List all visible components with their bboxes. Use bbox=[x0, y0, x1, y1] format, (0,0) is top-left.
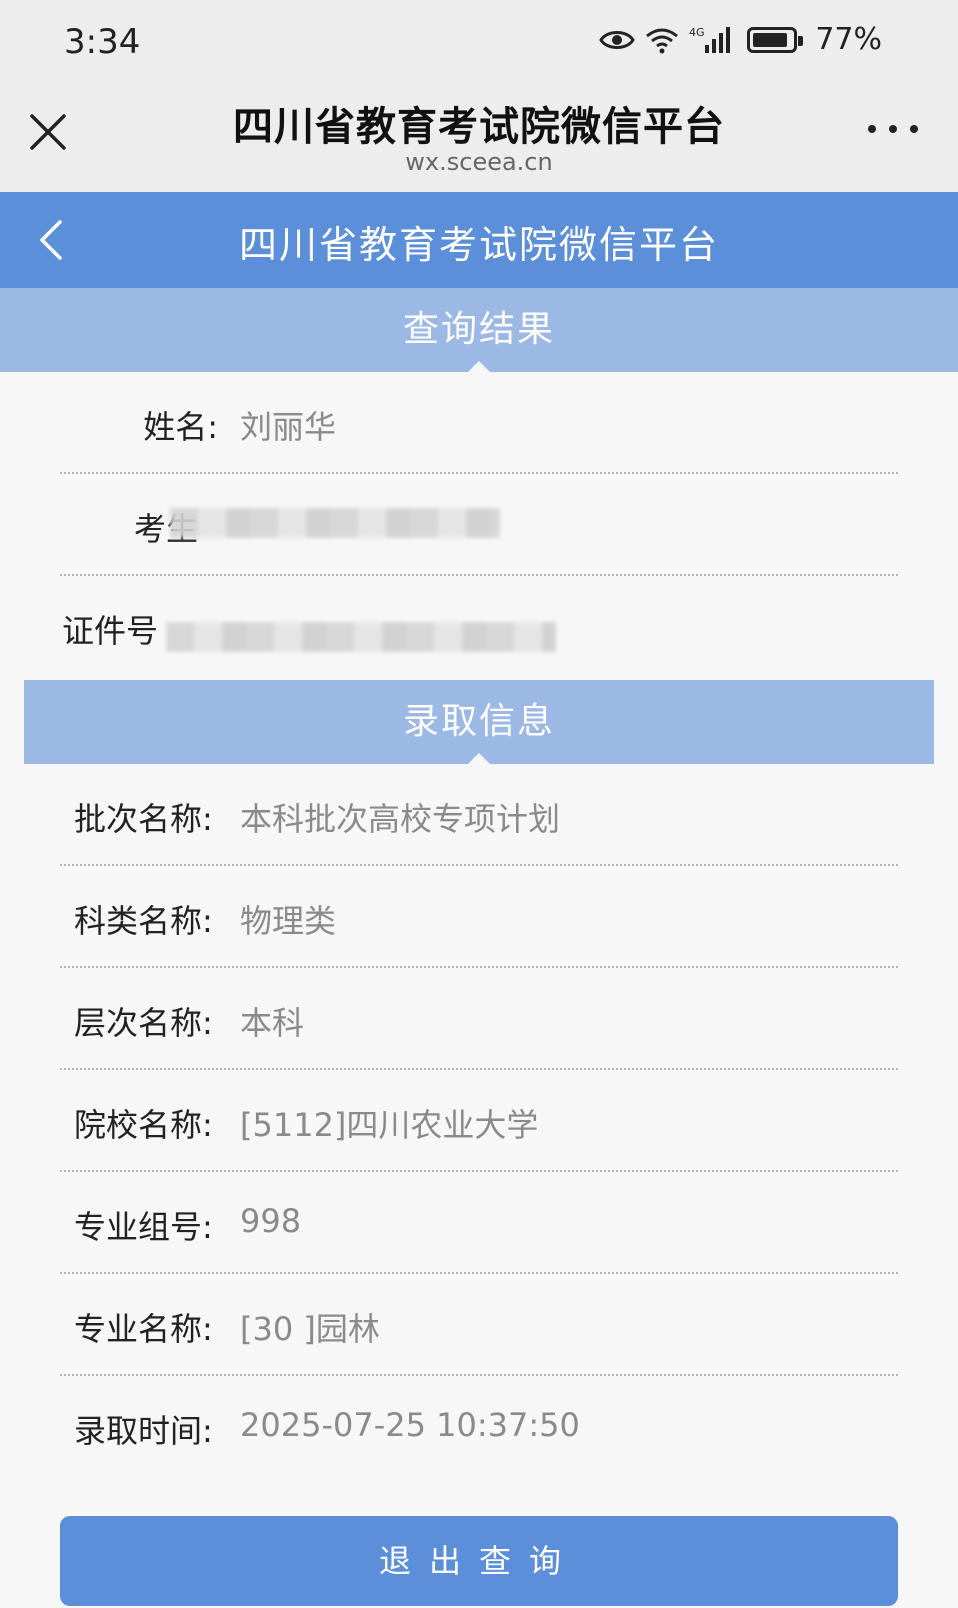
battery-percent: 77% bbox=[815, 22, 882, 57]
status-icons: 4G 77% bbox=[599, 22, 882, 57]
batch-value: 本科批次高校专项计划 bbox=[240, 800, 561, 838]
query-result-heading-text: 查询结果 bbox=[402, 309, 555, 350]
browser-title: 四川省教育考试院微信平台 bbox=[233, 104, 725, 150]
exam-number-row: 考生 bbox=[60, 474, 898, 576]
status-bar: 3:34 4G 77% bbox=[0, 0, 958, 86]
signal-icon: 4G bbox=[689, 26, 731, 53]
browser-url: wx.sceea.cn bbox=[405, 148, 553, 176]
wifi-icon bbox=[646, 28, 679, 53]
admission-time-value: 2025-07-25 10:37:50 bbox=[240, 1406, 580, 1444]
id-number-row: 证件号 bbox=[60, 576, 898, 678]
admission-row: 层次名称: 本科 bbox=[60, 968, 898, 1070]
status-time: 3:34 bbox=[64, 22, 141, 62]
admission-row: 专业名称: [30 ]园林 bbox=[60, 1274, 898, 1376]
exit-query-button[interactable]: 退出查询 bbox=[60, 1516, 898, 1606]
page-title: 四川省教育考试院微信平台 bbox=[238, 223, 719, 267]
name-value: 刘丽华 bbox=[240, 408, 337, 446]
school-value: [5112]四川农业大学 bbox=[240, 1106, 539, 1144]
eye-icon bbox=[599, 30, 636, 49]
redacted-id-number bbox=[166, 622, 556, 652]
level-label: 层次名称: bbox=[74, 1004, 213, 1042]
batch-label: 批次名称: bbox=[74, 800, 213, 838]
admission-row: 科类名称: 物理类 bbox=[60, 866, 898, 968]
admission-row: 录取时间: 2025-07-25 10:37:50 bbox=[60, 1376, 898, 1478]
name-label: 姓名: bbox=[143, 408, 218, 446]
admission-row: 院校名称: [5112]四川农业大学 bbox=[60, 1070, 898, 1172]
more-icon[interactable] bbox=[868, 114, 918, 144]
network-type: 4G bbox=[689, 26, 705, 39]
school-label: 院校名称: bbox=[74, 1106, 213, 1144]
level-value: 本科 bbox=[240, 1004, 305, 1042]
redacted-exam-number bbox=[170, 508, 500, 538]
browser-bar: 四川省教育考试院微信平台 wx.sceea.cn bbox=[0, 86, 958, 192]
admission-row: 批次名称: 本科批次高校专项计划 bbox=[60, 764, 898, 866]
app-header: 四川省教育考试院微信平台 bbox=[0, 192, 958, 288]
battery-icon bbox=[747, 26, 804, 53]
category-value: 物理类 bbox=[240, 902, 337, 940]
admission-heading-text: 录取信息 bbox=[402, 701, 555, 742]
major-group-label: 专业组号: bbox=[74, 1208, 213, 1246]
major-label: 专业名称: bbox=[74, 1310, 213, 1348]
query-result-heading: 查询结果 bbox=[0, 288, 958, 373]
admission-row: 专业组号: 998 bbox=[60, 1172, 898, 1274]
name-row: 姓名: 刘丽华 bbox=[60, 372, 898, 474]
major-group-value: 998 bbox=[240, 1202, 302, 1240]
admission-heading: 录取信息 bbox=[24, 680, 934, 765]
id-number-label: 证件号 bbox=[61, 612, 158, 650]
category-label: 科类名称: bbox=[74, 902, 213, 940]
admission-time-label: 录取时间: bbox=[74, 1412, 213, 1450]
major-value: [30 ]园林 bbox=[240, 1310, 380, 1348]
